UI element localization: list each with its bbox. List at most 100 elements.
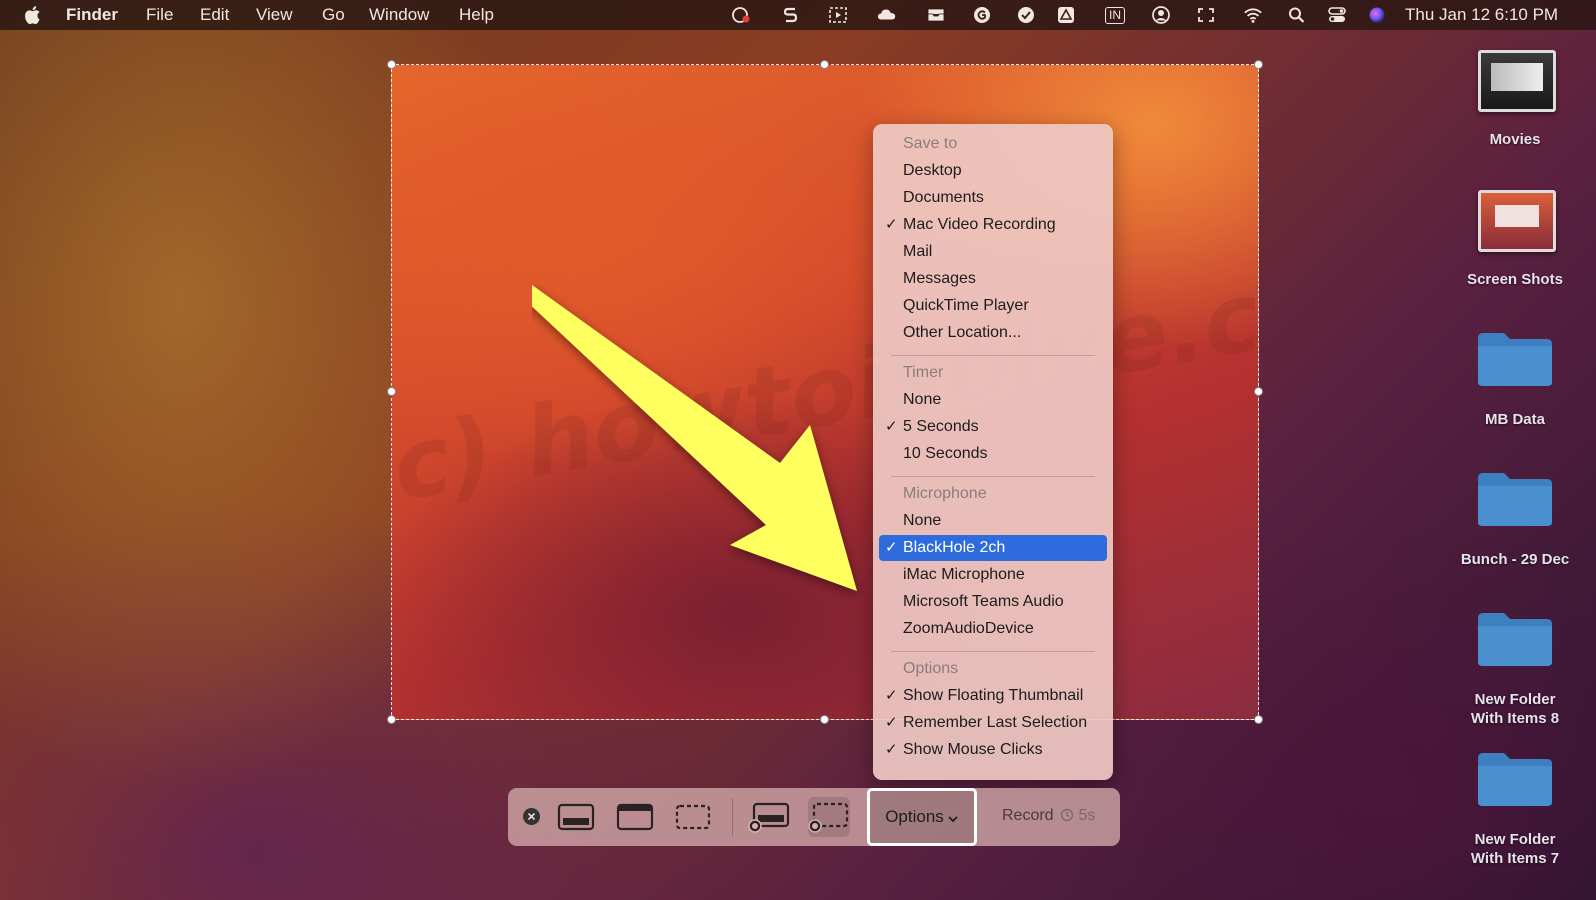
timer-5-seconds[interactable]: ✓ 5 Seconds — [879, 414, 1107, 440]
checkmark-icon: ✓ — [885, 741, 898, 758]
capture-entire-screen-icon[interactable] — [555, 797, 597, 837]
microphone-imac-microphone[interactable]: iMac Microphone — [879, 562, 1107, 588]
wifi-icon[interactable] — [1242, 5, 1264, 25]
menu-go[interactable]: Go — [322, 5, 345, 25]
option-show-floating-thumbnail[interactable]: ✓ Show Floating Thumbnail — [879, 683, 1107, 709]
close-icon[interactable] — [523, 808, 540, 825]
microphone-label: Microsoft Teams Audio — [903, 593, 1064, 610]
checkmark-icon: ✓ — [885, 216, 898, 233]
camera-record-icon[interactable] — [730, 5, 752, 25]
folder-icon — [1478, 753, 1552, 806]
save-to-header: Save to — [903, 135, 958, 152]
desktop-item-bunch-29-dec[interactable]: Bunch - 29 Dec — [1440, 464, 1590, 574]
record-selection-icon[interactable] — [808, 797, 850, 837]
record-timer: 5s — [1060, 807, 1095, 825]
capture-selection-icon[interactable] — [672, 797, 714, 837]
siri-icon[interactable] — [1366, 5, 1388, 25]
resize-handle-top-left[interactable] — [387, 60, 396, 69]
options-button-label: Options — [885, 807, 944, 826]
timer-value: 5s — [1078, 807, 1096, 824]
menubar-clock[interactable]: Thu Jan 12 6:10 PM — [1405, 5, 1558, 25]
drive-icon[interactable] — [1055, 5, 1077, 25]
toolbar-divider — [732, 798, 733, 836]
expand-icon[interactable] — [1195, 5, 1217, 25]
cloud-icon[interactable] — [876, 5, 898, 25]
menu-separator — [891, 476, 1095, 477]
desktop-item-label: New Folder With Items 8 — [1470, 691, 1560, 727]
resize-handle-top[interactable] — [820, 60, 829, 69]
resize-handle-bottom-left[interactable] — [387, 715, 396, 724]
resize-handle-left[interactable] — [387, 387, 396, 396]
save-to-mail[interactable]: Mail — [879, 239, 1107, 265]
save-to-messages[interactable]: Messages — [879, 266, 1107, 292]
save-to-label: Mac Video Recording — [903, 216, 1056, 233]
desktop-item-new-folder-with-items-7[interactable]: New Folder With Items 7 — [1440, 744, 1590, 874]
timer-none[interactable]: None — [879, 387, 1107, 413]
microphone-blackhole-2ch[interactable]: ✓ BlackHole 2ch — [879, 535, 1107, 561]
search-icon[interactable] — [1286, 5, 1308, 25]
in-badge-icon[interactable]: IN — [1101, 5, 1129, 25]
menu-file[interactable]: File — [146, 5, 173, 25]
folder-icon — [1478, 333, 1552, 386]
options-button[interactable]: Options — [867, 788, 977, 846]
menu-app-finder[interactable]: Finder — [66, 5, 118, 25]
desktop-item-label: Bunch - 29 Dec — [1460, 551, 1570, 568]
microphone-none[interactable]: None — [879, 508, 1107, 534]
desktop-item-new-folder-with-items-8[interactable]: New Folder With Items 8 — [1440, 604, 1590, 734]
desktop-item-label: Movies — [1489, 131, 1541, 148]
option-show-mouse-clicks[interactable]: ✓ Show Mouse Clicks — [879, 737, 1107, 763]
menu-help[interactable]: Help — [459, 5, 494, 25]
capture-selection-area[interactable]: (c) howtoisolve.com — [391, 64, 1259, 720]
user-circle-icon[interactable] — [1150, 5, 1172, 25]
apple-icon[interactable] — [24, 5, 42, 25]
checkmark-icon: ✓ — [885, 687, 898, 704]
record-entire-screen-icon[interactable] — [748, 797, 790, 837]
resize-handle-bottom-right[interactable] — [1254, 715, 1263, 724]
resize-handle-right[interactable] — [1254, 387, 1263, 396]
chevron-down-icon — [948, 816, 958, 823]
desktop-item-mb-data[interactable]: MB Data — [1440, 324, 1590, 434]
save-to-label: Other Location... — [903, 324, 1022, 341]
microphone-label: iMac Microphone — [903, 566, 1025, 583]
save-to-other-location[interactable]: Other Location... — [879, 320, 1107, 346]
save-to-label: Documents — [903, 189, 984, 206]
desktop-item-label: Screen Shots — [1467, 271, 1563, 288]
g-circle-icon[interactable] — [971, 5, 993, 25]
checkmark-circle-icon[interactable] — [1015, 5, 1037, 25]
save-to-mac-video-recording[interactable]: ✓ Mac Video Recording — [879, 212, 1107, 238]
checkmark-icon: ✓ — [885, 539, 898, 556]
microphone-zoomaudiodevice[interactable]: ZoomAudioDevice — [879, 616, 1107, 642]
desktop-item-movies[interactable]: Movies — [1440, 44, 1590, 154]
save-to-documents[interactable]: Documents — [879, 185, 1107, 211]
save-to-label: Desktop — [903, 162, 962, 179]
screenshot-toolbar: Options Record 5s — [508, 788, 1120, 846]
record-button[interactable]: Record — [1002, 807, 1054, 825]
menu-window[interactable]: Window — [369, 5, 429, 25]
movies-thumbnail-icon — [1478, 50, 1556, 112]
desktop-item-screen-shots[interactable]: Screen Shots — [1440, 184, 1590, 294]
in-badge-text: IN — [1105, 6, 1125, 24]
resize-handle-top-right[interactable] — [1254, 60, 1263, 69]
timer-10-seconds[interactable]: 10 Seconds — [879, 441, 1107, 467]
option-remember-last-selection[interactable]: ✓ Remember Last Selection — [879, 710, 1107, 736]
microphone-header: Microphone — [903, 485, 987, 502]
timer-label: 10 Seconds — [903, 445, 988, 462]
menu-edit[interactable]: Edit — [200, 5, 229, 25]
option-label: Show Mouse Clicks — [903, 741, 1043, 758]
capture-window-icon[interactable] — [614, 797, 656, 837]
checkmark-icon: ✓ — [885, 714, 898, 731]
resize-handle-bottom[interactable] — [820, 715, 829, 724]
save-to-desktop[interactable]: Desktop — [879, 158, 1107, 184]
save-to-label: Messages — [903, 270, 976, 287]
microphone-microsoft-teams-audio[interactable]: Microsoft Teams Audio — [879, 589, 1107, 615]
save-to-quicktime-player[interactable]: QuickTime Player — [879, 293, 1107, 319]
drawer-icon[interactable] — [925, 5, 947, 25]
folder-icon — [1478, 473, 1552, 526]
timer-label: 5 Seconds — [903, 418, 979, 435]
screenshot-icon[interactable] — [827, 5, 849, 25]
control-center-icon[interactable] — [1326, 5, 1348, 25]
menu-view[interactable]: View — [256, 5, 293, 25]
s-app-icon[interactable] — [780, 5, 802, 25]
desktop-item-label: New Folder With Items 7 — [1470, 831, 1560, 867]
folder-icon — [1478, 613, 1552, 666]
